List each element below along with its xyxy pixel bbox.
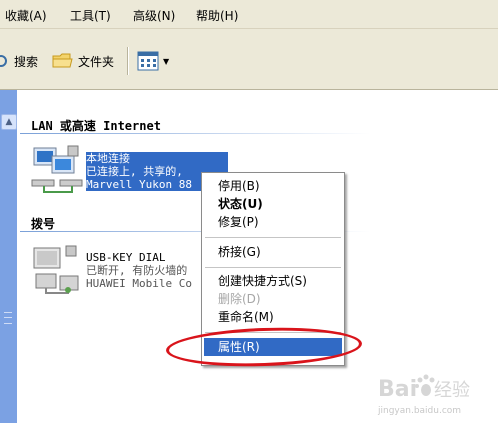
- scroll-up-button[interactable]: ▲: [1, 114, 17, 130]
- menu-item-disable[interactable]: 停用(B): [204, 177, 342, 195]
- lan-group-header: LAN 或高速 Internet: [31, 119, 161, 133]
- network-connection-icon[interactable]: [30, 144, 84, 196]
- search-button[interactable]: 搜索: [0, 49, 38, 73]
- toolbar: 搜索 文件夹 ▼: [0, 29, 498, 90]
- toolbar-separator: [127, 47, 129, 75]
- views-icon: [137, 51, 159, 71]
- svg-text:经验: 经验: [434, 380, 470, 401]
- menu-separator: [205, 237, 341, 238]
- menu-separator: [205, 267, 341, 268]
- menu-advanced[interactable]: 高级(N): [133, 7, 175, 24]
- lan-connection-name: 本地连接: [86, 152, 228, 165]
- dialup-connection-icon[interactable]: [30, 244, 84, 296]
- pane-resize-grip[interactable]: [4, 312, 12, 324]
- menu-item-rename[interactable]: 重命名(M): [204, 308, 342, 326]
- views-button[interactable]: ▼: [137, 49, 169, 73]
- search-button-label: 搜索: [14, 54, 39, 69]
- left-task-pane: ▲: [0, 90, 17, 423]
- svg-text:Bai: Bai: [378, 377, 417, 402]
- folder-icon: [52, 53, 73, 68]
- dialup-connection-status: 已断开, 有防火墙的: [86, 264, 188, 277]
- menu-tools[interactable]: 工具(T): [70, 7, 111, 24]
- dial-group-header: 拨号: [31, 217, 56, 231]
- folders-button[interactable]: 文件夹: [52, 49, 114, 73]
- baidu-logo-icon: Bai 经验: [378, 374, 470, 402]
- menu-item-delete[interactable]: 删除(D): [204, 290, 342, 308]
- baidu-watermark: Bai 经验 jingyan.baidu.com: [378, 372, 494, 420]
- folders-button-label: 文件夹: [78, 54, 115, 69]
- menu-bar: 收藏(A) 工具(T) 高级(N) 帮助(H): [0, 0, 498, 29]
- menu-item-status[interactable]: 状态(U): [204, 195, 342, 213]
- menu-item-repair[interactable]: 修复(P): [204, 213, 342, 231]
- dialup-connection-device: HUAWEI Mobile Co: [86, 277, 192, 290]
- menu-item-bridge[interactable]: 桥接(G): [204, 243, 342, 261]
- watermark-url: jingyan.baidu.com: [378, 406, 462, 416]
- menu-help[interactable]: 帮助(H): [196, 7, 238, 24]
- menu-favorites[interactable]: 收藏(A): [5, 7, 47, 24]
- chevron-down-icon: ▼: [163, 56, 170, 66]
- lan-group-divider: [20, 133, 370, 134]
- menu-item-create-shortcut[interactable]: 创建快捷方式(S): [204, 272, 342, 290]
- dialup-connection-name: USB-KEY DIAL: [86, 251, 166, 264]
- search-icon: [0, 55, 7, 67]
- dialup-connection-label[interactable]: USB-KEY DIAL 已断开, 有防火墙的 HUAWEI Mobile Co: [86, 251, 198, 290]
